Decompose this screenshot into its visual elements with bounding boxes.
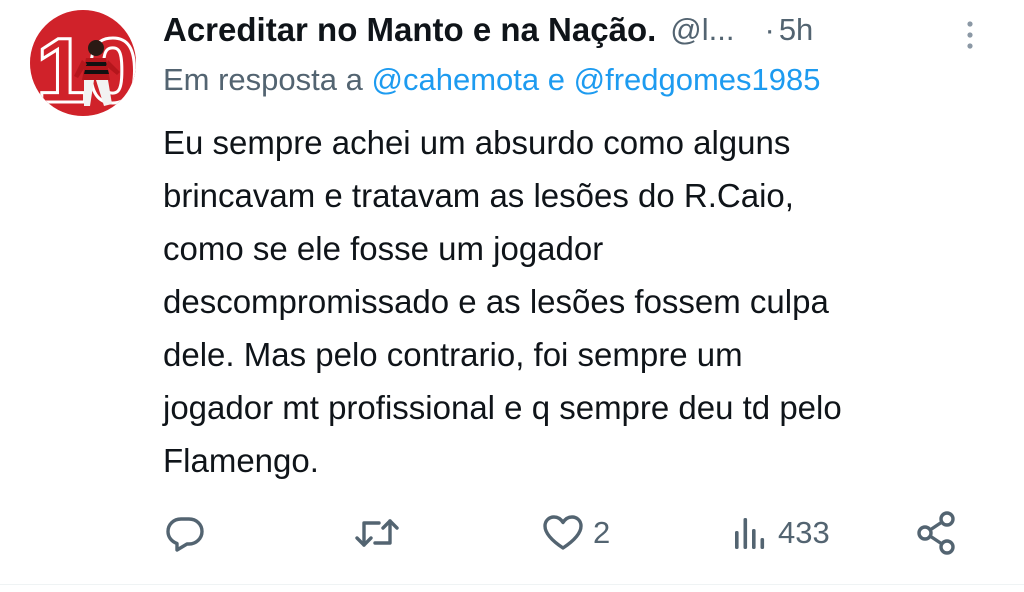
avatar-image: 10	[30, 10, 136, 116]
more-icon	[967, 21, 973, 49]
share-icon	[917, 511, 955, 555]
divider	[0, 584, 1024, 585]
reply-context: Em resposta a @cahemota e @fredgomes1985	[163, 62, 821, 98]
tweet[interactable]: 10 Acreditar no Manto e na Nação. @l... …	[0, 0, 1024, 592]
mention-link[interactable]: @cahemota	[372, 62, 540, 97]
separator-dot: ·	[764, 12, 775, 47]
mention-joiner: e	[547, 62, 565, 97]
views-button[interactable]: 433	[730, 508, 830, 558]
avatar[interactable]: 10	[30, 10, 136, 116]
mention-link[interactable]: @fredgomes1985	[574, 62, 821, 97]
like-button[interactable]: 2	[541, 508, 610, 558]
heart-icon	[543, 515, 583, 550]
reply-button[interactable]	[163, 508, 207, 558]
more-options-button[interactable]	[958, 18, 982, 52]
tweet-text: Eu sempre achei um absurdo como alguns b…	[163, 124, 842, 479]
tweet-header: Acreditar no Manto e na Nação. @l... · 5…	[163, 6, 813, 54]
share-button[interactable]	[914, 508, 960, 558]
retweet-button[interactable]	[353, 508, 401, 558]
reply-prefix: Em resposta a	[163, 62, 363, 97]
reply-icon	[166, 517, 204, 552]
timestamp[interactable]: 5h	[779, 12, 813, 48]
action-bar: 2 433	[0, 508, 1024, 558]
views-count: 433	[778, 515, 830, 550]
like-count: 2	[593, 515, 611, 550]
handle[interactable]: @l...	[670, 12, 734, 48]
views-icon	[735, 518, 765, 549]
display-name[interactable]: Acreditar no Manto e na Nação.	[163, 11, 656, 49]
retweet-icon	[355, 519, 399, 547]
